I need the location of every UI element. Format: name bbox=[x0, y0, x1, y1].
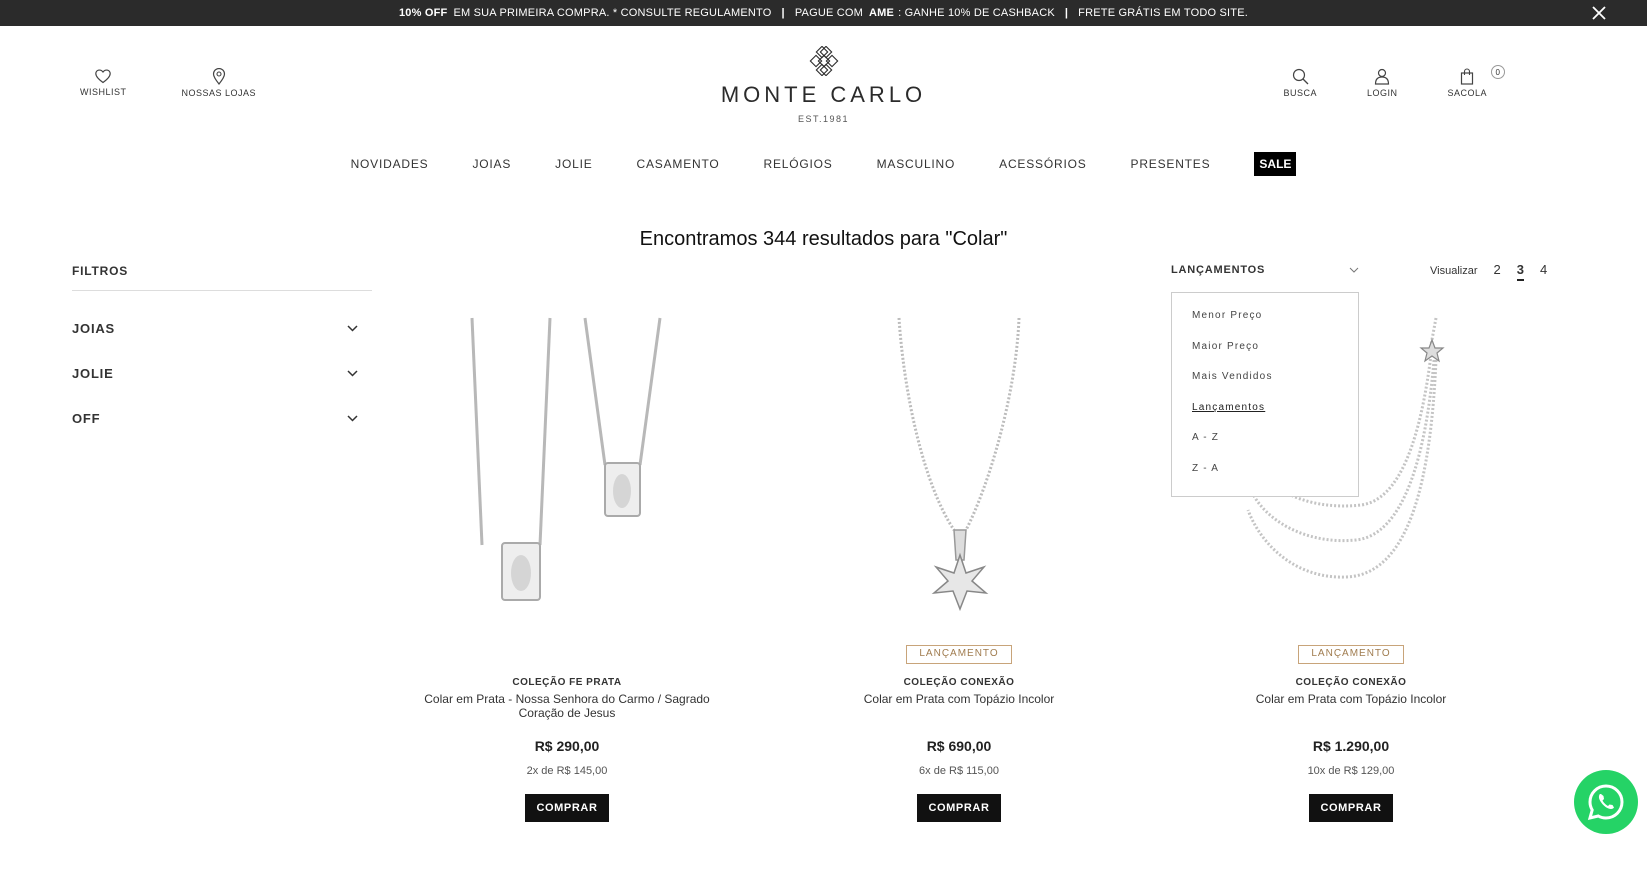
buy-button[interactable]: COMPRAR bbox=[917, 794, 1001, 822]
filter-label: OFF bbox=[72, 411, 101, 426]
user-icon bbox=[1375, 68, 1390, 85]
view-label: Visualizar bbox=[1430, 265, 1478, 277]
product-badge: LANÇAMENTO bbox=[1298, 645, 1404, 664]
bag-button[interactable]: 0 SACOLA bbox=[1447, 65, 1505, 98]
promo-first-purchase: EM SUA PRIMEIRA COMPRA. * CONSULTE REGUL… bbox=[453, 7, 772, 19]
shopping-bag-icon bbox=[1461, 68, 1474, 85]
bag-count-badge: 0 bbox=[1491, 65, 1505, 79]
sort-dropdown[interactable]: LANÇAMENTOS bbox=[1171, 264, 1359, 276]
filter-joias[interactable]: JOIAS bbox=[72, 321, 372, 336]
product-image[interactable] bbox=[402, 315, 732, 645]
search-button[interactable]: BUSCA bbox=[1283, 68, 1317, 98]
filter-label: JOIAS bbox=[72, 321, 116, 336]
chevron-down-icon bbox=[1349, 267, 1359, 273]
product-image[interactable] bbox=[794, 315, 1124, 645]
nav-relogios[interactable]: RELÓGIOS bbox=[764, 157, 833, 171]
product-card[interactable]: COLEÇÃO FE PRATA Colar em Prata - Nossa … bbox=[402, 315, 732, 822]
product-name[interactable]: Colar em Prata com Topázio Incolor bbox=[1201, 692, 1501, 722]
filters-sidebar: FILTROS JOIAS JOLIE OFF bbox=[72, 264, 372, 426]
product-name[interactable]: Colar em Prata - Nossa Senhora do Carmo … bbox=[417, 692, 717, 722]
sort-option-lowest-price[interactable]: Menor Preço bbox=[1192, 305, 1358, 336]
nav-masculino[interactable]: MASCULINO bbox=[877, 157, 956, 171]
product-installments: 6x de R$ 115,00 bbox=[919, 765, 999, 777]
search-label: BUSCA bbox=[1283, 88, 1317, 98]
product-installments: 2x de R$ 145,00 bbox=[526, 765, 608, 777]
product-collection: COLEÇÃO FE PRATA bbox=[512, 677, 622, 688]
product-collection: COLEÇÃO CONEXÃO bbox=[1295, 677, 1407, 688]
header-right: BUSCA LOGIN 0 SACOLA bbox=[1283, 65, 1505, 98]
whatsapp-icon bbox=[1587, 784, 1624, 821]
view-option-2[interactable]: 2 bbox=[1494, 262, 1501, 277]
view-option-3[interactable]: 3 bbox=[1516, 262, 1524, 281]
sort-option-z-a[interactable]: Z - A bbox=[1192, 458, 1358, 489]
chevron-down-icon bbox=[347, 415, 358, 422]
promo-free-shipping: FRETE GRÁTIS EM TODO SITE. bbox=[1078, 7, 1248, 19]
promo-cashback: : GANHE 10% DE CASHBACK bbox=[898, 7, 1055, 19]
results-title: Encontramos 344 resultados para "Colar" bbox=[639, 228, 1008, 250]
promo-ame-pre: PAGUE COM bbox=[794, 7, 864, 19]
chevron-down-icon bbox=[347, 370, 358, 377]
buy-button[interactable]: COMPRAR bbox=[1309, 794, 1393, 822]
search-icon bbox=[1292, 68, 1309, 85]
filter-label: JOLIE bbox=[72, 366, 114, 381]
nav-sale[interactable]: SALE bbox=[1254, 152, 1297, 176]
product-price: R$ 290,00 bbox=[534, 738, 600, 754]
view-selector: Visualizar 2 3 4 bbox=[1430, 262, 1547, 281]
filters-title: FILTROS bbox=[72, 264, 372, 291]
sort-option-releases[interactable]: Lançamentos bbox=[1192, 397, 1358, 428]
product-badge: LANÇAMENTO bbox=[906, 645, 1012, 664]
product-card[interactable]: LANÇAMENTO COLEÇÃO CONEXÃO Colar em Prat… bbox=[794, 315, 1124, 822]
nav-acessorios[interactable]: ACESSÓRIOS bbox=[999, 157, 1086, 171]
sort-option-a-z[interactable]: A - Z bbox=[1192, 427, 1358, 458]
main-nav: NOVIDADES JOIAS JOLIE CASAMENTO RELÓGIOS… bbox=[0, 152, 1647, 176]
promo-ame-logo: AME bbox=[869, 7, 895, 19]
login-label: LOGIN bbox=[1366, 88, 1398, 98]
sort-menu: Menor Preço Maior Preço Mais Vendidos La… bbox=[1171, 292, 1359, 497]
filter-jolie[interactable]: JOLIE bbox=[72, 366, 372, 381]
sort-selected: LANÇAMENTOS bbox=[1171, 264, 1266, 276]
chevron-down-icon bbox=[347, 325, 358, 332]
logo-emblem-icon bbox=[809, 46, 838, 76]
promo-discount: 10% OFF bbox=[398, 7, 448, 19]
product-installments: 10x de R$ 129,00 bbox=[1307, 765, 1395, 777]
promo-bar: 10% OFF EM SUA PRIMEIRA COMPRA. * CONSUL… bbox=[0, 0, 1647, 26]
nav-casamento[interactable]: CASAMENTO bbox=[637, 157, 720, 171]
product-price: R$ 690,00 bbox=[926, 738, 992, 754]
product-name[interactable]: Colar em Prata com Topázio Incolor bbox=[809, 692, 1109, 722]
nav-joias[interactable]: JOIAS bbox=[472, 157, 511, 171]
filter-off[interactable]: OFF bbox=[72, 411, 372, 426]
nav-presentes[interactable]: PRESENTES bbox=[1131, 157, 1211, 171]
logo-wordmark: MONTE CARLO bbox=[720, 82, 927, 107]
promo-separator: | bbox=[781, 7, 785, 19]
close-icon[interactable] bbox=[1589, 3, 1609, 23]
nav-novidades[interactable]: NOVIDADES bbox=[351, 157, 429, 171]
product-price: R$ 1.290,00 bbox=[1312, 738, 1390, 754]
view-option-4[interactable]: 4 bbox=[1540, 262, 1547, 277]
bag-label: SACOLA bbox=[1447, 88, 1487, 98]
product-collection: COLEÇÃO CONEXÃO bbox=[903, 677, 1015, 688]
whatsapp-chat-button[interactable] bbox=[1574, 770, 1638, 834]
login-button[interactable]: LOGIN bbox=[1367, 68, 1398, 98]
sort-option-best-sellers[interactable]: Mais Vendidos bbox=[1192, 366, 1358, 397]
promo-separator: | bbox=[1064, 7, 1069, 19]
sort-option-highest-price[interactable]: Maior Preço bbox=[1192, 336, 1358, 367]
buy-button[interactable]: COMPRAR bbox=[525, 794, 609, 822]
nav-jolie[interactable]: JOLIE bbox=[555, 157, 592, 171]
logo-established: EST.1981 bbox=[797, 114, 850, 124]
